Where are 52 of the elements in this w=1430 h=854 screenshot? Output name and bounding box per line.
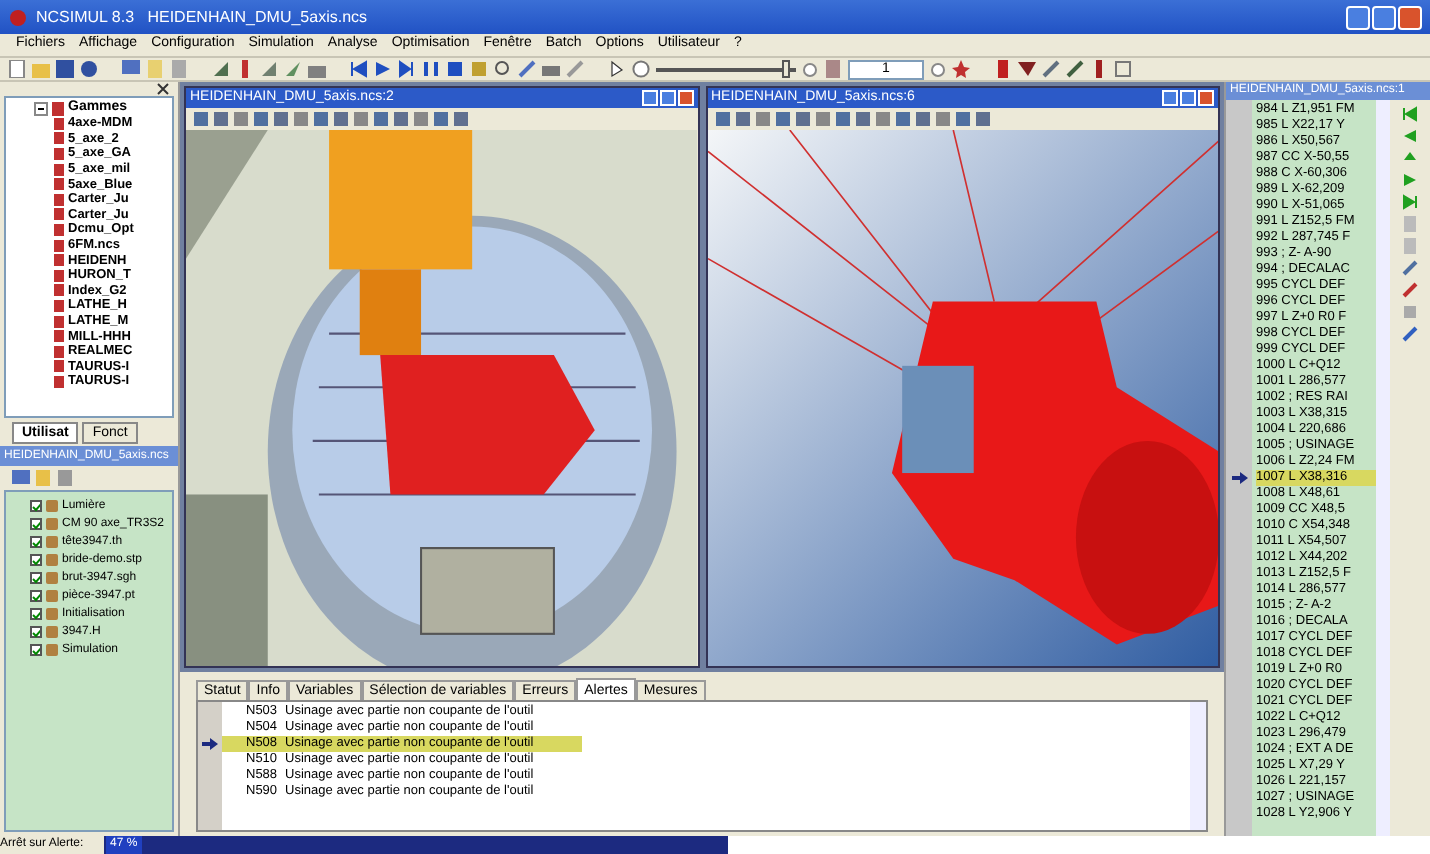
app-logo-icon bbox=[8, 7, 28, 27]
current-line-arrow-icon bbox=[1231, 472, 1247, 484]
new-file-icon[interactable] bbox=[8, 60, 26, 78]
minimize-button[interactable] bbox=[1162, 90, 1178, 106]
square-icon[interactable] bbox=[58, 470, 74, 486]
skip-start-icon[interactable] bbox=[1402, 106, 1418, 122]
minimize-button[interactable] bbox=[641, 90, 657, 106]
skip-end-icon[interactable] bbox=[1402, 194, 1418, 210]
scrollbar[interactable] bbox=[1190, 702, 1206, 830]
help-icon[interactable] bbox=[80, 60, 98, 78]
checkbox[interactable] bbox=[30, 626, 42, 638]
checkbox[interactable] bbox=[30, 572, 42, 584]
current-line-arrow-icon bbox=[202, 738, 218, 750]
speed-slider[interactable] bbox=[656, 60, 796, 78]
checkbox[interactable] bbox=[30, 500, 42, 512]
close-button[interactable] bbox=[677, 90, 693, 106]
scrollbar[interactable] bbox=[1376, 100, 1390, 836]
restore-button[interactable] bbox=[1372, 5, 1396, 29]
play-icon[interactable] bbox=[1402, 172, 1418, 188]
slider-thumb[interactable] bbox=[781, 60, 789, 78]
close-icon[interactable] bbox=[156, 82, 170, 96]
checkbox[interactable] bbox=[30, 590, 42, 602]
step-icon[interactable] bbox=[398, 60, 416, 78]
stop-icon[interactable] bbox=[446, 60, 464, 78]
radio-icon[interactable] bbox=[802, 61, 818, 77]
minimize-button[interactable] bbox=[1346, 5, 1370, 29]
window-title: NCSIMUL 8.3 HEIDENHAIN_DMU_5axis.ncs bbox=[36, 5, 368, 29]
arrow-up-icon[interactable] bbox=[1402, 150, 1418, 166]
arrow-left-icon[interactable] bbox=[1402, 128, 1418, 144]
checkbox[interactable] bbox=[30, 644, 42, 656]
clock-icon[interactable] bbox=[632, 60, 650, 78]
pointer-icon[interactable] bbox=[608, 60, 626, 78]
pen-icon[interactable] bbox=[566, 60, 584, 78]
close-button[interactable] bbox=[1198, 90, 1214, 106]
star-icon[interactable] bbox=[952, 60, 970, 78]
pause-icon[interactable] bbox=[422, 60, 440, 78]
checkbox[interactable] bbox=[30, 554, 42, 566]
grid-icon[interactable] bbox=[1114, 60, 1132, 78]
close-button[interactable] bbox=[1398, 5, 1422, 29]
collapse-icon[interactable] bbox=[34, 101, 48, 115]
rewind-icon[interactable] bbox=[350, 60, 368, 78]
document-icon[interactable] bbox=[824, 60, 842, 78]
maximize-button[interactable] bbox=[1180, 90, 1196, 106]
checkbox[interactable] bbox=[30, 518, 42, 530]
checkbox[interactable] bbox=[30, 608, 42, 620]
checkbox[interactable] bbox=[30, 536, 42, 548]
monitor-icon[interactable] bbox=[12, 470, 30, 486]
printer-icon[interactable] bbox=[542, 60, 560, 78]
monitor-icon[interactable] bbox=[122, 60, 140, 78]
radio-icon[interactable] bbox=[930, 61, 946, 77]
play-icon[interactable] bbox=[374, 60, 392, 78]
maximize-button[interactable] bbox=[659, 90, 675, 106]
